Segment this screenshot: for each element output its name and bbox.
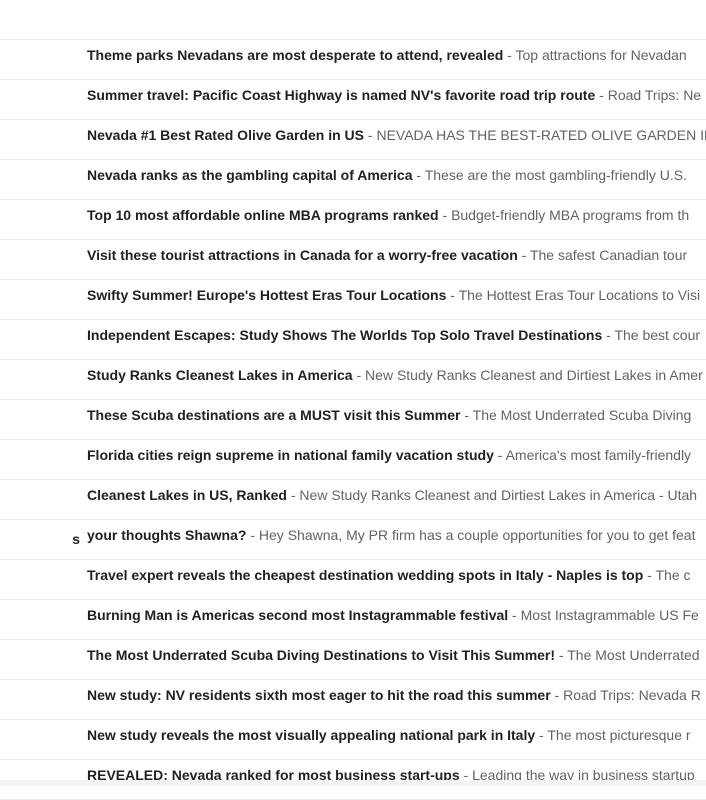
email-row[interactable]: Study Ranks Cleanest Lakes in America - …	[0, 360, 706, 400]
email-subject: Visit these tourist attractions in Canad…	[87, 247, 518, 263]
email-content: Summer travel: Pacific Coast Highway is …	[87, 80, 706, 110]
email-row[interactable]: Summer travel: Pacific Coast Highway is …	[0, 80, 706, 120]
email-snippet: Top attractions for Nevadan	[515, 47, 687, 63]
email-snippet: The best cour	[614, 327, 701, 343]
email-content: The Most Underrated Scuba Diving Destina…	[87, 640, 706, 670]
email-row[interactable]: These Scuba destinations are a MUST visi…	[0, 400, 706, 440]
email-list: Theme parks Nevadans are most desperate …	[0, 40, 706, 800]
email-content: Study Ranks Cleanest Lakes in America - …	[87, 360, 706, 390]
subject-snippet-separator: -	[517, 247, 530, 263]
email-content: Travel expert reveals the cheapest desti…	[87, 560, 706, 590]
email-row[interactable]: Independent Escapes: Study Shows The Wor…	[0, 320, 706, 360]
email-snippet: The Most Underrated Scuba Diving	[472, 407, 692, 423]
email-subject: The Most Underrated Scuba Diving Destina…	[87, 647, 556, 663]
email-content: Top 10 most affordable online MBA progra…	[87, 200, 706, 230]
subject-snippet-separator: -	[550, 687, 564, 703]
email-subject: Florida cities reign supreme in national…	[87, 447, 494, 463]
email-row[interactable]: Top 10 most affordable online MBA progra…	[0, 200, 706, 240]
subject-snippet-separator: -	[246, 527, 259, 543]
subject-snippet-separator: -	[493, 447, 506, 463]
email-subject: Nevada ranks as the gambling capital of …	[87, 167, 413, 183]
email-content: Theme parks Nevadans are most desperate …	[87, 40, 706, 70]
subject-snippet-separator: -	[555, 647, 568, 663]
subject-snippet-separator: -	[595, 87, 608, 103]
email-subject: Burning Man is Americas second most Inst…	[87, 607, 509, 623]
email-subject: Nevada #1 Best Rated Olive Garden in US	[87, 127, 364, 143]
email-subject: Study Ranks Cleanest Lakes in America	[87, 367, 353, 383]
email-content: Visit these tourist attractions in Canad…	[87, 240, 706, 270]
email-content: Burning Man is Americas second most Inst…	[87, 600, 706, 630]
email-subject: Travel expert reveals the cheapest desti…	[87, 567, 644, 583]
email-subject: Summer travel: Pacific Coast Highway is …	[87, 87, 596, 103]
email-snippet: The Hottest Eras Tour Locations to Visi	[458, 287, 701, 303]
email-snippet: NEVADA HAS THE BEST-RATED OLIVE GARDEN I…	[376, 127, 706, 143]
subject-snippet-separator: -	[535, 727, 548, 743]
email-row[interactable]: Florida cities reign supreme in national…	[0, 440, 706, 480]
email-row[interactable]: Burning Man is Americas second most Inst…	[0, 600, 706, 640]
email-content: Nevada ranks as the gambling capital of …	[87, 160, 706, 190]
email-row[interactable]: Nevada #1 Best Rated Olive Garden in US …	[0, 120, 706, 160]
email-content: New study: NV residents sixth most eager…	[87, 680, 706, 710]
email-snippet: America's most family-friendly	[505, 447, 692, 463]
email-subject: Independent Escapes: Study Shows The Wor…	[87, 327, 603, 343]
email-snippet: These are the most gambling-friendly U.S…	[424, 167, 687, 183]
email-content: Independent Escapes: Study Shows The Wor…	[87, 320, 706, 350]
email-content: your thoughts Shawna? - Hey Shawna, My P…	[87, 520, 706, 550]
email-snippet: Most Instagrammable US Fe	[520, 607, 699, 623]
email-subject: Top 10 most affordable online MBA progra…	[87, 207, 439, 223]
email-row[interactable]: Nevada ranks as the gambling capital of …	[0, 160, 706, 200]
email-content: Swifty Summer! Europe's Hottest Eras Tou…	[87, 280, 706, 310]
email-subject: New study: NV residents sixth most eager…	[87, 687, 551, 703]
email-row[interactable]: New study reveals the most visually appe…	[0, 720, 706, 760]
email-row[interactable]: Cleanest Lakes in US, Ranked - New Study…	[0, 480, 706, 520]
email-snippet: The Most Underrated	[567, 647, 700, 663]
subject-snippet-separator: -	[602, 327, 615, 343]
scroll-edge	[0, 780, 706, 786]
email-sender: s	[72, 531, 80, 547]
subject-snippet-separator: -	[364, 127, 377, 143]
toolbar	[0, 0, 706, 40]
email-content: Cleanest Lakes in US, Ranked - New Study…	[87, 480, 706, 510]
email-content: Nevada #1 Best Rated Olive Garden in US …	[87, 120, 706, 150]
subject-snippet-separator: -	[446, 287, 459, 303]
email-snippet: New Study Ranks Cleanest and Dirtiest La…	[365, 367, 703, 383]
email-row[interactable]: Visit these tourist attractions in Canad…	[0, 240, 706, 280]
email-row[interactable]: Travel expert reveals the cheapest desti…	[0, 560, 706, 600]
email-subject: Swifty Summer! Europe's Hottest Eras Tou…	[87, 287, 447, 303]
email-snippet: Hey Shawna, My PR firm has a couple oppo…	[258, 527, 696, 543]
subject-snippet-separator: -	[352, 367, 366, 383]
subject-snippet-separator: -	[503, 47, 516, 63]
email-snippet: The c	[655, 567, 691, 583]
email-content: These Scuba destinations are a MUST visi…	[87, 400, 706, 430]
email-row[interactable]: Swifty Summer! Europe's Hottest Eras Tou…	[0, 280, 706, 320]
subject-snippet-separator: -	[508, 607, 521, 623]
email-content: Florida cities reign supreme in national…	[87, 440, 706, 470]
email-subject: Cleanest Lakes in US, Ranked	[87, 487, 287, 503]
subject-snippet-separator: -	[460, 407, 473, 423]
email-subject: your thoughts Shawna?	[87, 527, 247, 543]
subject-snippet-separator: -	[643, 567, 656, 583]
subject-snippet-separator: -	[438, 207, 452, 223]
email-row[interactable]: New study: NV residents sixth most eager…	[0, 680, 706, 720]
email-snippet: The safest Canadian tour	[529, 247, 688, 263]
email-row[interactable]: s your thoughts Shawna? - Hey Shawna, My …	[0, 520, 706, 560]
subject-snippet-separator: -	[412, 167, 425, 183]
email-subject: Theme parks Nevadans are most desperate …	[87, 47, 504, 63]
email-snippet: New Study Ranks Cleanest and Dirtiest La…	[299, 487, 698, 503]
email-snippet: Road Trips: Nevada R	[563, 687, 701, 703]
email-subject: New study reveals the most visually appe…	[87, 727, 536, 743]
email-snippet: The most picturesque r	[547, 727, 691, 743]
email-row[interactable]: Theme parks Nevadans are most desperate …	[0, 40, 706, 80]
email-snippet: Budget-friendly MBA programs from th	[451, 207, 690, 223]
email-row[interactable]: The Most Underrated Scuba Diving Destina…	[0, 640, 706, 680]
email-subject: These Scuba destinations are a MUST visi…	[87, 407, 461, 423]
email-content: New study reveals the most visually appe…	[87, 720, 706, 750]
subject-snippet-separator: -	[286, 487, 300, 503]
email-snippet: Road Trips: Ne	[607, 87, 702, 103]
